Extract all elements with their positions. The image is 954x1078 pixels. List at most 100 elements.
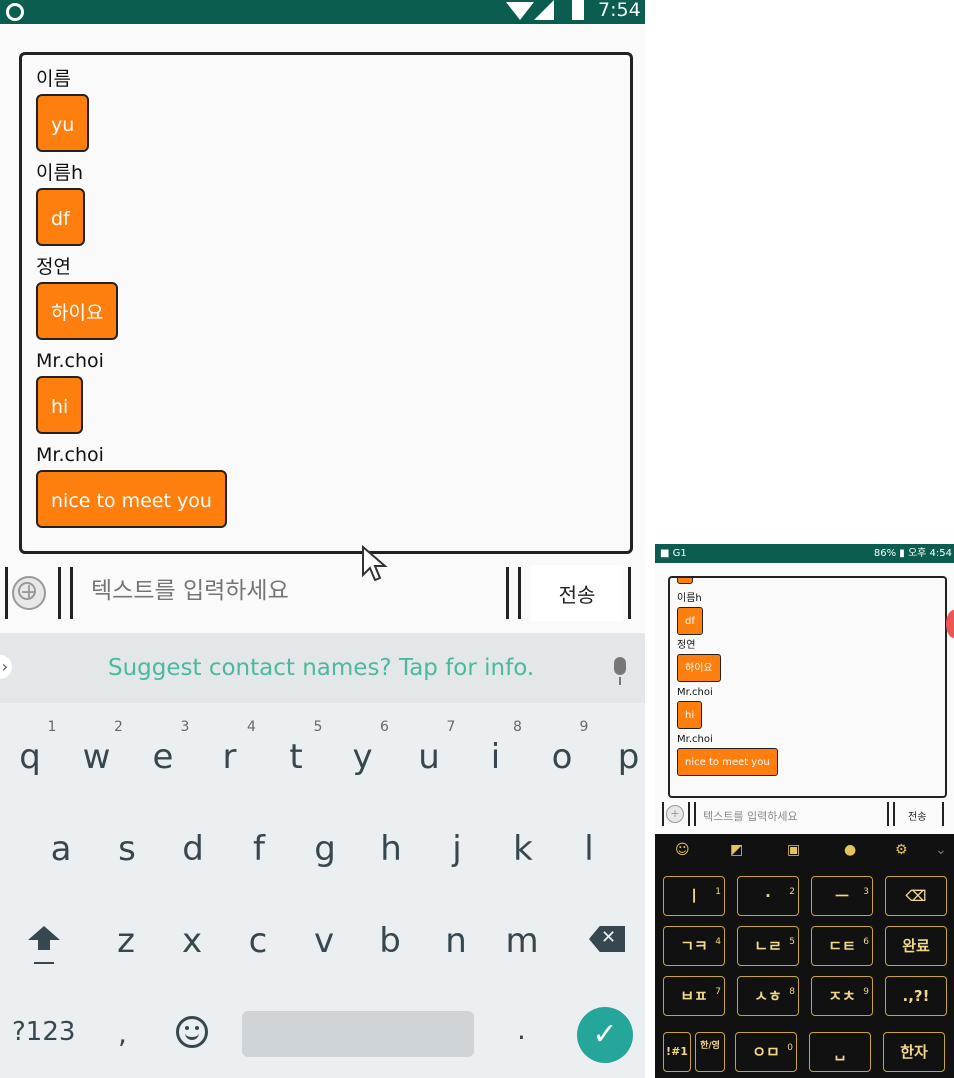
- key-z[interactable]: z: [96, 911, 156, 971]
- ime-key[interactable]: 완료: [885, 926, 947, 966]
- ime-key[interactable]: ㅇㅁ 0: [735, 1032, 797, 1072]
- message-sender: Mr.choi: [677, 734, 713, 745]
- ime-key[interactable]: ㅡ3: [811, 876, 873, 916]
- key-n[interactable]: n: [426, 911, 486, 971]
- microphone-icon[interactable]: ●: [844, 842, 856, 858]
- key-d[interactable]: d: [163, 819, 223, 879]
- ime-key-label: ㄴㄹ: [754, 937, 782, 955]
- key-hint: 0: [641, 719, 646, 735]
- ime-key[interactable]: .,?!: [885, 976, 947, 1016]
- key-w[interactable]: w: [67, 727, 127, 787]
- ime-key-number: 6: [863, 937, 869, 947]
- key-hint: 5: [313, 719, 323, 735]
- key-o[interactable]: o: [532, 727, 592, 787]
- chevron-down-icon[interactable]: ⌄: [935, 842, 947, 858]
- ime-key[interactable]: · 2: [737, 876, 799, 916]
- key-i[interactable]: i: [466, 727, 526, 787]
- language-toggle-key[interactable]: 한/영: [695, 1032, 725, 1072]
- key-f[interactable]: f: [229, 819, 289, 879]
- key-q[interactable]: q: [0, 727, 60, 787]
- ime-key[interactable]: ㄷㅌ 6: [811, 926, 873, 966]
- send-button[interactable]: 전송: [531, 565, 623, 621]
- message-bubble[interactable]: 하이요: [36, 282, 119, 340]
- symbols-key[interactable]: ?123: [12, 1017, 75, 1047]
- emoji-icon[interactable]: [176, 1016, 208, 1048]
- message-bubble[interactable]: hi: [677, 701, 703, 729]
- message-input[interactable]: 텍스트를 입력하세요: [703, 808, 798, 824]
- space-key[interactable]: [242, 1011, 474, 1057]
- message-bubble[interactable]: df: [677, 607, 703, 635]
- key-e[interactable]: e: [133, 727, 193, 787]
- key-j[interactable]: j: [427, 819, 487, 879]
- period-key[interactable]: .: [517, 1013, 526, 1046]
- chat-message-list[interactable]: 이름h df 정연 하이요 Mr.choi hi Mr.choi nice to…: [668, 576, 947, 798]
- message-bubble[interactable]: nice to meet you: [36, 470, 227, 528]
- message-bubble[interactable]: hi: [36, 376, 84, 434]
- key-c[interactable]: c: [228, 911, 288, 971]
- suggestion-text[interactable]: Suggest contact names? Tap for info.: [108, 655, 534, 681]
- message-bubble[interactable]: df: [36, 188, 85, 246]
- wifi-icon: [506, 2, 534, 20]
- ime-key[interactable]: ㄴㄹ 5: [737, 926, 799, 966]
- add-attachment-icon[interactable]: [12, 576, 46, 610]
- left-phone-screen: 7:54 이름 yu 이름h df 정연 하이요 Mr.choi hi Mr.c…: [0, 0, 645, 1078]
- shift-icon[interactable]: [28, 926, 60, 950]
- ime-key[interactable]: ㅅㅎ 8: [737, 976, 799, 1016]
- enter-check-icon[interactable]: [577, 1007, 633, 1063]
- ime-key[interactable]: ㅣ1: [663, 876, 725, 916]
- key-x[interactable]: x: [162, 911, 222, 971]
- comma-key[interactable]: ,: [118, 1017, 127, 1050]
- key-s[interactable]: s: [97, 819, 157, 879]
- divider: [518, 567, 521, 619]
- chat-message-list[interactable]: 이름 yu 이름h df 정연 하이요 Mr.choi hi Mr.choi n…: [19, 52, 633, 554]
- key-a[interactable]: a: [31, 819, 91, 879]
- key-hint: 4: [247, 719, 256, 735]
- message-bubble[interactable]: 하이요: [677, 654, 721, 682]
- ime-key[interactable]: ㅈㅊ 9: [811, 976, 873, 1016]
- key-u[interactable]: u: [399, 727, 459, 787]
- key-g[interactable]: g: [295, 819, 355, 879]
- key-b[interactable]: b: [360, 911, 420, 971]
- camera-indicator-icon: [6, 3, 24, 21]
- clipboard-icon[interactable]: ▣: [787, 842, 800, 858]
- key-hint: 8: [513, 719, 522, 735]
- sticker-icon[interactable]: ◩: [730, 842, 743, 858]
- key-h[interactable]: h: [361, 819, 421, 879]
- key-k[interactable]: k: [493, 819, 553, 879]
- message-bubble[interactable]: yu: [36, 94, 90, 152]
- key-hint: 9: [579, 719, 589, 735]
- message-bubble[interactable]: nice to meet you: [677, 748, 778, 776]
- ime-key[interactable]: ␣: [809, 1032, 871, 1072]
- floating-edge-handle[interactable]: [946, 610, 954, 638]
- key-hint: 7: [446, 719, 456, 735]
- key-t[interactable]: t: [266, 727, 326, 787]
- ime-key[interactable]: ⌫: [885, 876, 947, 916]
- message-sender: 정연: [677, 640, 696, 651]
- ime-key[interactable]: ㄱㅋ 4: [663, 926, 725, 966]
- key-m[interactable]: m: [492, 911, 552, 971]
- add-attachment-icon[interactable]: +: [666, 805, 684, 823]
- backspace-icon[interactable]: [589, 926, 625, 952]
- ime-key-label: ·: [765, 887, 771, 905]
- microphone-icon[interactable]: [614, 657, 626, 685]
- gear-icon[interactable]: ⚙: [895, 842, 908, 858]
- symbols-key[interactable]: !#1: [663, 1032, 691, 1072]
- key-l[interactable]: l: [559, 819, 619, 879]
- key-r[interactable]: r: [200, 727, 260, 787]
- ime-key-label: ㅂㅍ: [680, 987, 708, 1005]
- key-p[interactable]: p: [599, 727, 646, 787]
- key-v[interactable]: v: [294, 911, 354, 971]
- message-item: 이름h df: [677, 593, 778, 640]
- ime-key-number: 5: [789, 937, 795, 947]
- divider: [942, 802, 944, 826]
- message-item: 정연 하이요: [36, 255, 227, 349]
- message-input[interactable]: [89, 577, 493, 605]
- ime-key[interactable]: ㅂㅍ 7: [663, 976, 725, 1016]
- emoji-icon[interactable]: ☺: [675, 842, 690, 858]
- key-y[interactable]: y: [333, 727, 393, 787]
- divider: [5, 567, 8, 619]
- ime-key[interactable]: 한자: [883, 1032, 945, 1072]
- send-button[interactable]: 전송: [908, 808, 926, 823]
- ime-key-label: ␣: [834, 1043, 846, 1061]
- expand-chevron-icon[interactable]: ›: [0, 655, 12, 679]
